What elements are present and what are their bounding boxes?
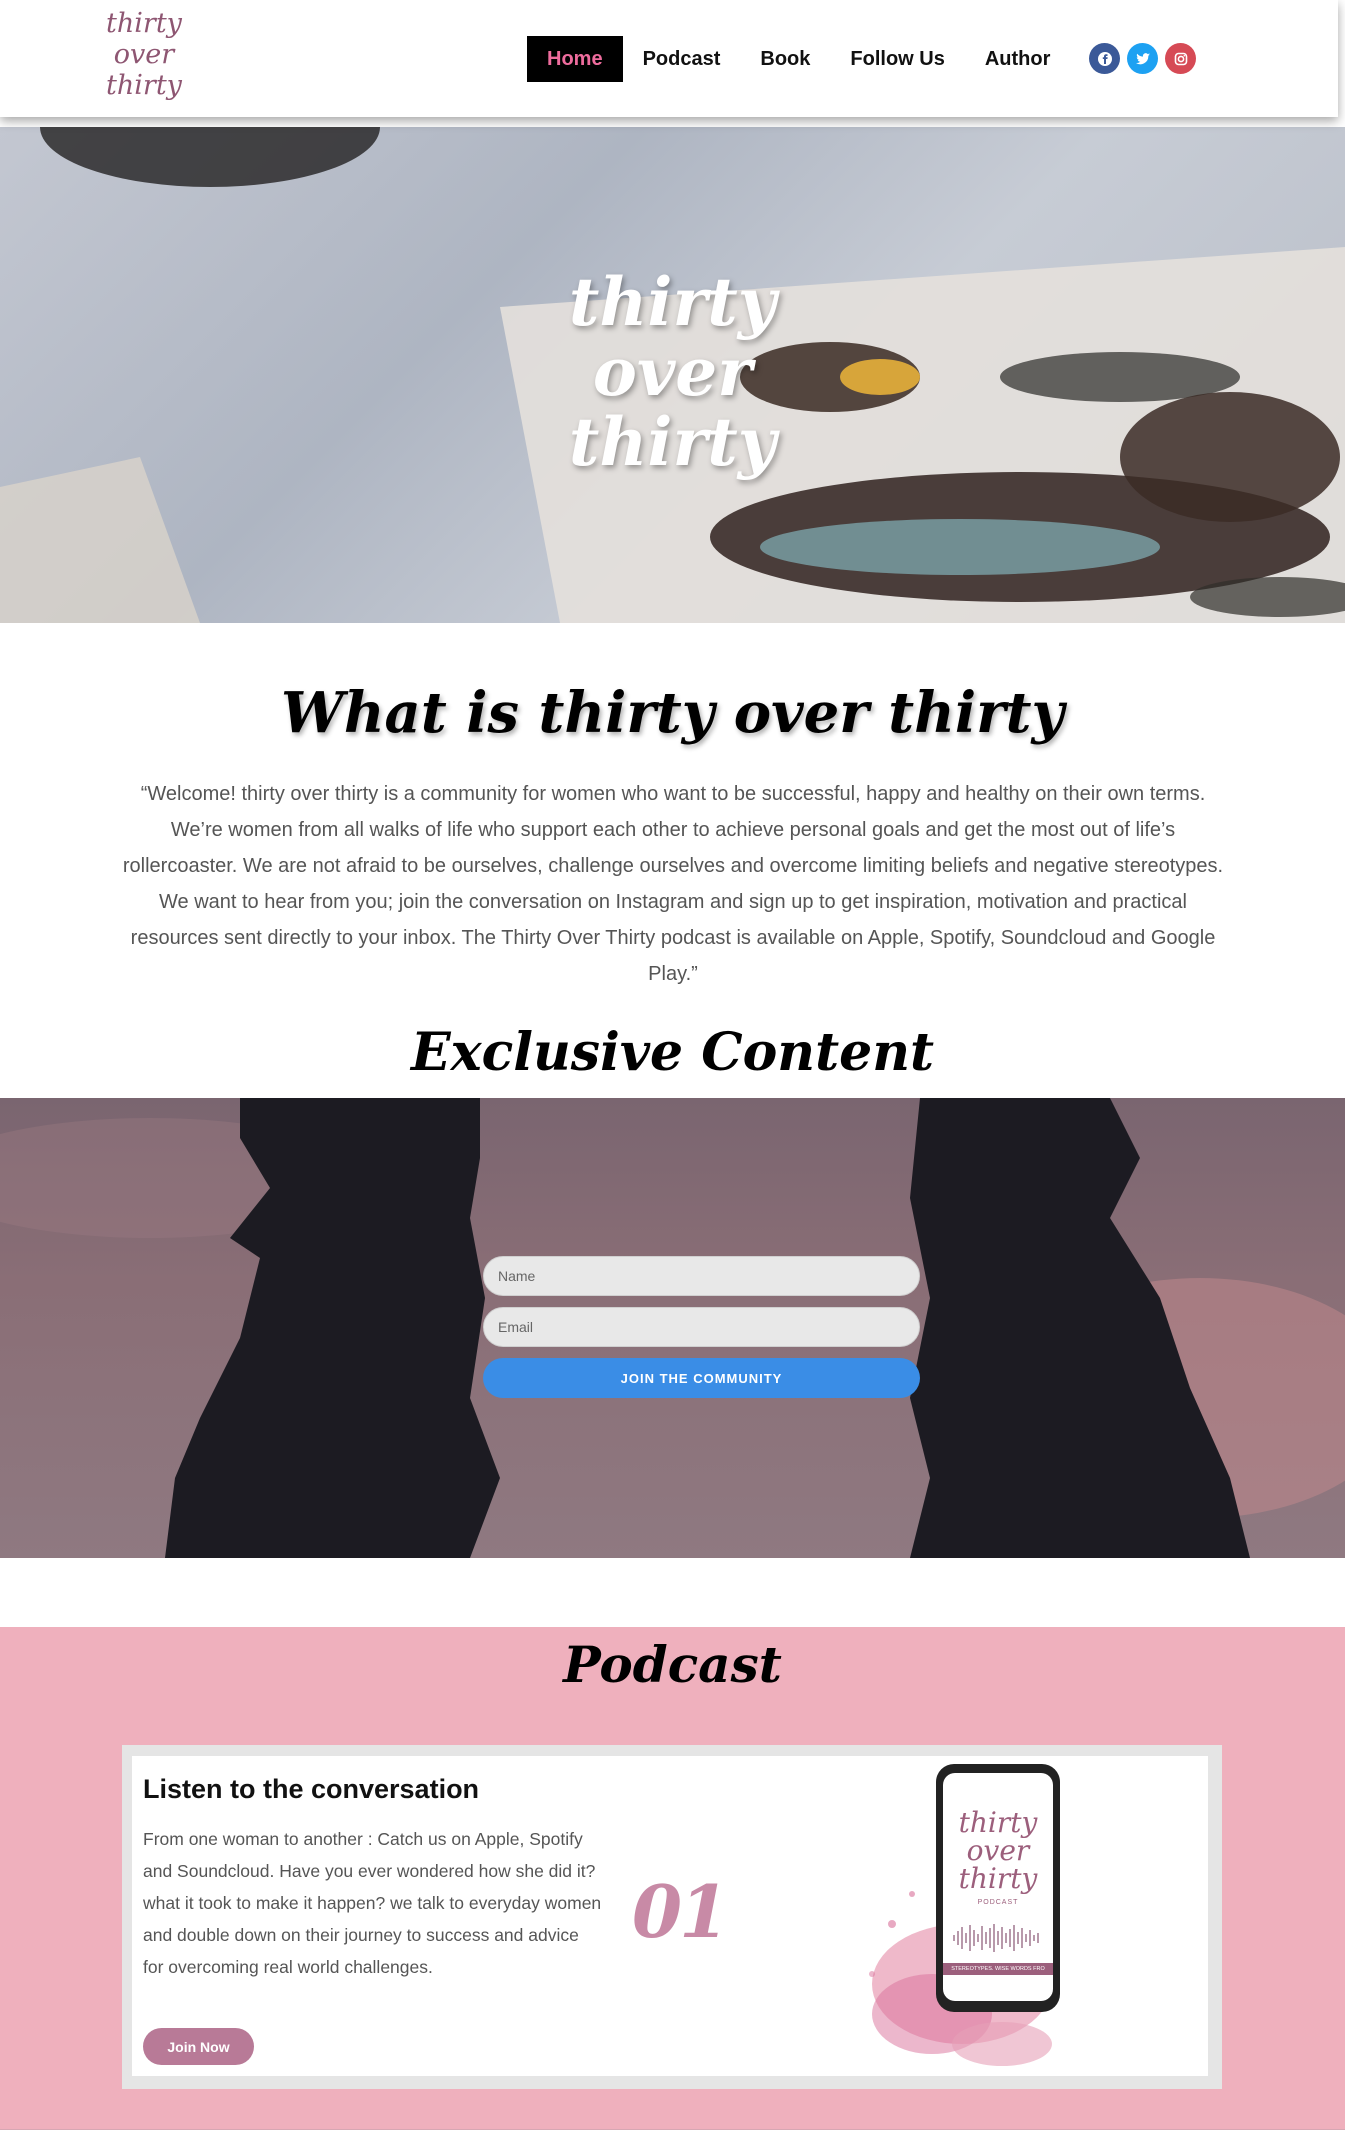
hero-line-1: thirty — [568, 263, 777, 341]
site-header: thirty over thirty Home Podcast Book Follo… — [0, 0, 1338, 117]
phone-screen: thirty over thirty PODCAST STEREOTYPES. … — [943, 1773, 1053, 2001]
join-community-button[interactable]: JOIN THE COMMUNITY — [483, 1358, 920, 1398]
phone-subtitle: PODCAST — [977, 1899, 1019, 1906]
phone-tagline: STEREOTYPES. WISE WORDS FRO — [943, 1963, 1053, 1975]
footer-divider — [0, 2129, 1345, 2130]
nav-podcast[interactable]: Podcast — [623, 36, 741, 82]
about-heading: What is thirty over thirty — [280, 680, 1065, 746]
site-logo[interactable]: thirty over thirty — [104, 8, 184, 108]
signup-form: Name Email JOIN THE COMMUNITY — [483, 1256, 920, 1398]
twitter-icon[interactable] — [1127, 43, 1158, 74]
podcast-card-frame: Listen to the conversation From one woma… — [122, 1745, 1222, 2089]
podcast-section: Podcast Listen to the conversation From … — [0, 1627, 1345, 2129]
phone-frame: thirty over thirty PODCAST STEREOTYPES. … — [936, 1764, 1060, 2012]
nav-home[interactable]: Home — [527, 36, 623, 82]
email-field[interactable]: Email — [483, 1307, 920, 1347]
nav-book[interactable]: Book — [740, 36, 830, 82]
episode-number: 01 — [632, 1869, 729, 1954]
hero-banner: thirty over thirty — [0, 127, 1345, 623]
podcast-card: Listen to the conversation From one woma… — [132, 1756, 1208, 2076]
phone-mockup: thirty over thirty PODCAST STEREOTYPES. … — [832, 1764, 1152, 2074]
exclusive-heading: Exclusive Content — [410, 1022, 935, 1083]
instagram-icon[interactable] — [1165, 43, 1196, 74]
nav-author[interactable]: Author — [965, 36, 1071, 82]
name-field[interactable]: Name — [483, 1256, 920, 1296]
social-links — [1089, 43, 1196, 74]
podcast-heading: Podcast — [563, 1635, 782, 1694]
hero-line-2: over — [592, 333, 753, 411]
nav-follow-us[interactable]: Follow Us — [830, 36, 964, 82]
main-nav: Home Podcast Book Follow Us Author — [527, 36, 1070, 82]
hero-line-3: thirty — [568, 403, 777, 481]
join-now-button[interactable]: Join Now — [143, 2028, 254, 2065]
about-paragraph: “Welcome! thirty over thirty is a commun… — [122, 783, 1224, 985]
phone-title: thirty over thirty — [958, 1806, 1038, 1895]
hero-title: thirty over thirty — [0, 267, 1345, 477]
card-text: From one woman to another : Catch us on … — [143, 1829, 602, 1977]
waveform-icon — [953, 1924, 1039, 1952]
signup-section: Name Email JOIN THE COMMUNITY — [0, 1098, 1345, 1558]
facebook-icon[interactable] — [1089, 43, 1120, 74]
card-heading: Listen to the conversation — [143, 1774, 480, 1804]
